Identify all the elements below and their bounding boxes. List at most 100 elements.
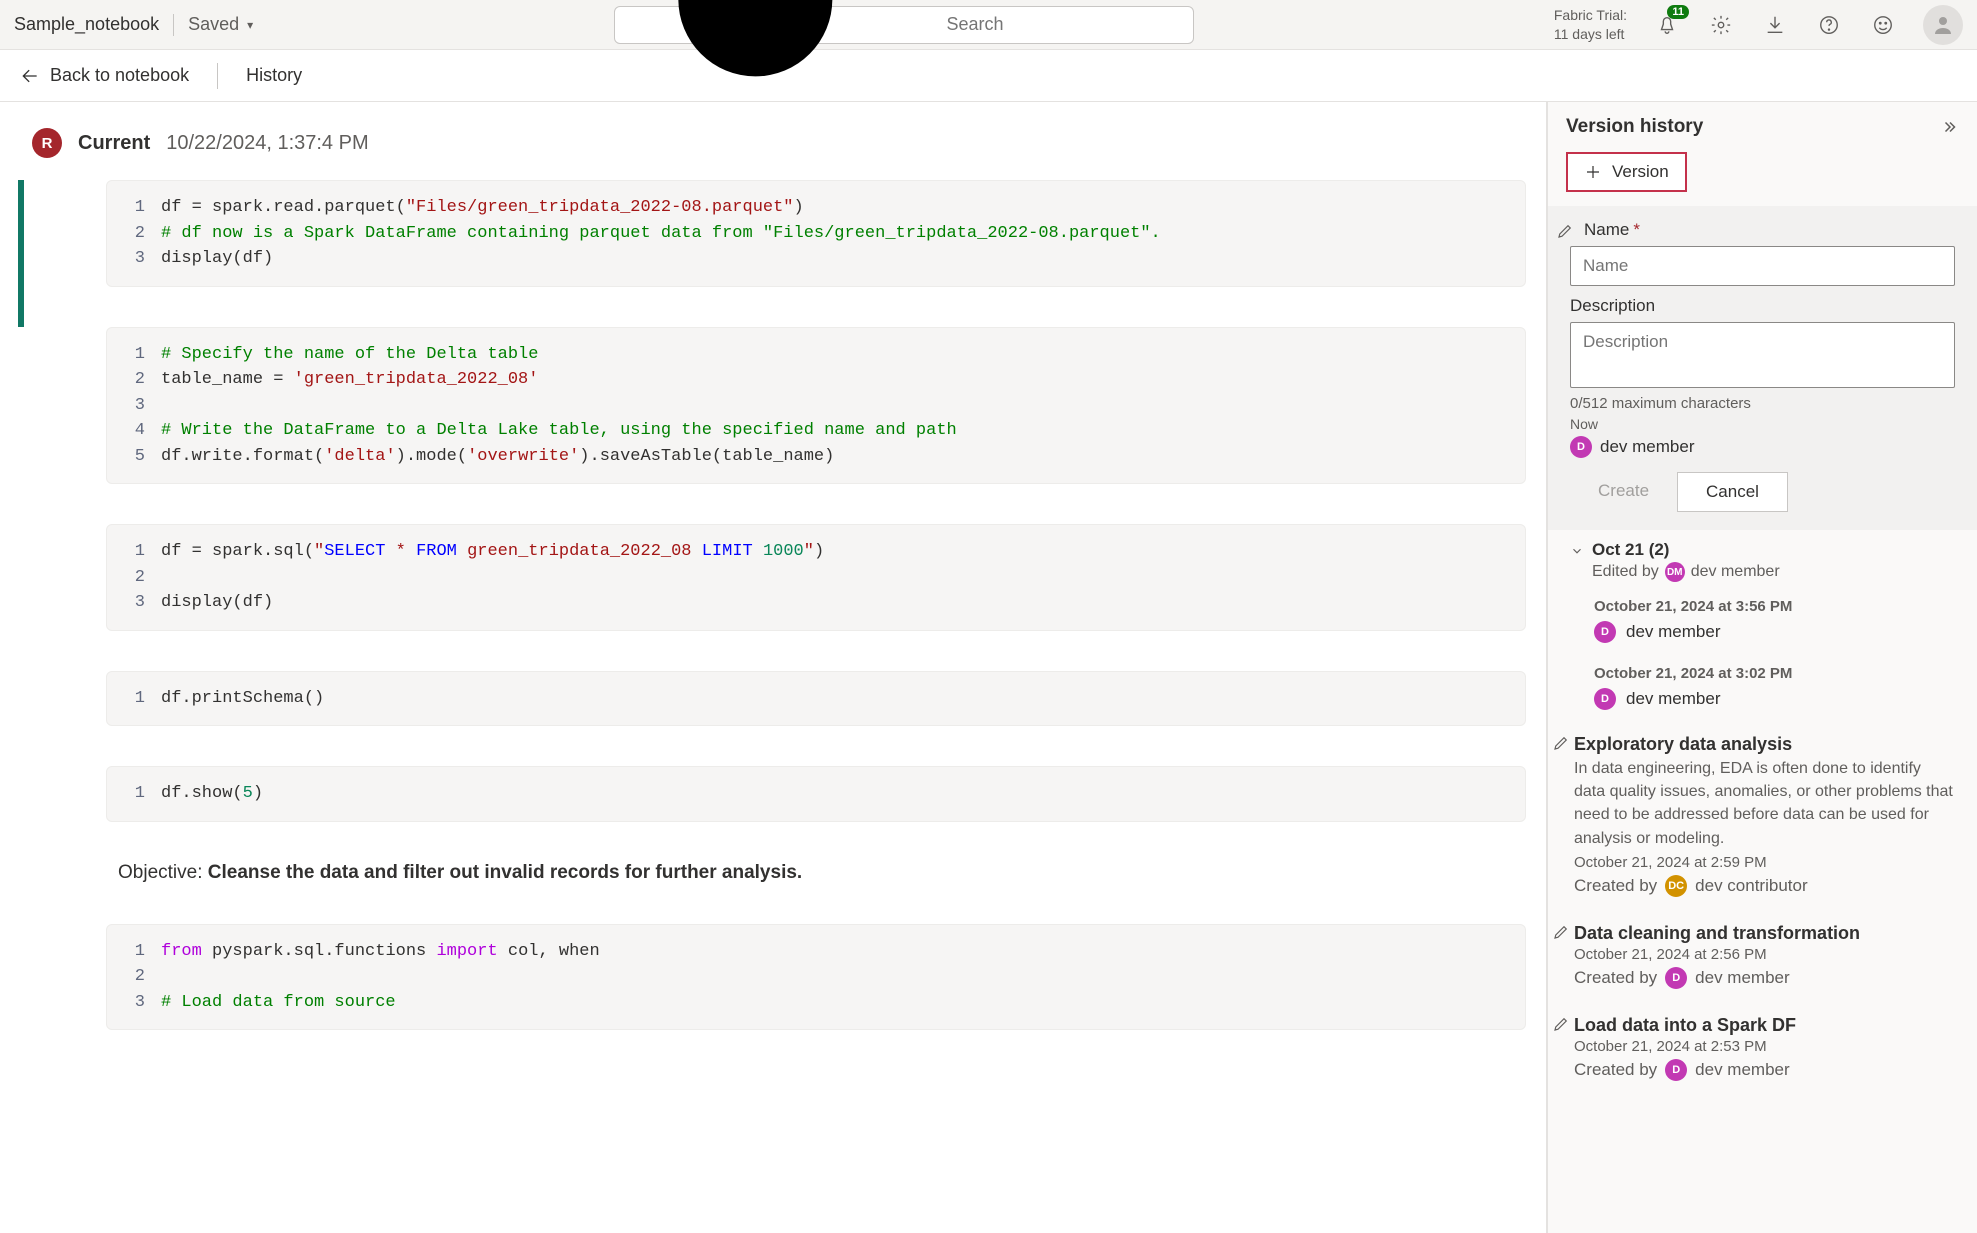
code-cell[interactable]: 1df.show(5)	[18, 766, 1546, 862]
user-avatar: D	[1570, 436, 1592, 458]
named-version-description: In data engineering, EDA is often done t…	[1574, 757, 1955, 850]
chevron-down-icon	[1570, 544, 1584, 561]
pencil-icon[interactable]	[1552, 923, 1570, 941]
pencil-icon	[1556, 222, 1574, 240]
code-cell[interactable]: 1df = spark.read.parquet("Files/green_tr…	[18, 180, 1546, 327]
line-number: 1	[125, 781, 161, 807]
code-cell[interactable]: 1df.printSchema()	[18, 671, 1546, 767]
add-version-button[interactable]: Version	[1566, 152, 1687, 192]
version-history-panel: Version history Version Name* Descriptio…	[1547, 102, 1977, 1233]
cancel-button[interactable]: Cancel	[1677, 472, 1788, 512]
line-number: 3	[125, 590, 161, 616]
notebook-content[interactable]: R Current 10/22/2024, 1:37:4 PM 1df = sp…	[0, 102, 1547, 1233]
arrow-left-icon	[20, 66, 40, 86]
author-avatar: R	[32, 128, 62, 158]
form-user: D dev member	[1570, 436, 1955, 458]
trial-line2: 11 days left	[1554, 25, 1627, 43]
user-name: dev member	[1600, 437, 1694, 457]
named-version-title: Exploratory data analysis	[1574, 734, 1955, 755]
back-to-notebook-link[interactable]: Back to notebook	[20, 65, 189, 86]
version-item[interactable]: October 21, 2024 at 3:02 PM Ddev member	[1548, 655, 1977, 722]
version-author: Ddev member	[1594, 688, 1955, 710]
version-timestamp: October 21, 2024 at 3:56 PM	[1594, 598, 1955, 615]
collapse-panel-icon[interactable]	[1941, 118, 1959, 136]
download-button[interactable]	[1761, 11, 1789, 39]
user-avatar: D	[1594, 688, 1616, 710]
char-count-hint: 0/512 maximum characters	[1570, 395, 1955, 412]
version-author: Ddev member	[1594, 621, 1955, 643]
line-number: 1	[125, 939, 161, 965]
version-item[interactable]: October 21, 2024 at 3:56 PM Ddev member	[1548, 588, 1977, 655]
header-right: Fabric Trial: 11 days left 11	[1554, 5, 1963, 45]
user-avatar: D	[1594, 621, 1616, 643]
line-number: 4	[125, 418, 161, 444]
group-editor: Edited by DM dev member	[1592, 562, 1955, 582]
create-button[interactable]: Create	[1570, 472, 1677, 512]
version-name-input[interactable]	[1570, 246, 1955, 286]
named-version-timestamp: October 21, 2024 at 2:59 PM	[1574, 854, 1955, 871]
feedback-button[interactable]	[1869, 11, 1897, 39]
code-line: # Specify the name of the Delta table	[161, 342, 538, 368]
current-label: Current	[78, 132, 150, 155]
code-line: # Load data from source	[161, 990, 396, 1016]
line-number: 3	[125, 990, 161, 1016]
notifications-button[interactable]: 11	[1653, 11, 1681, 39]
pencil-icon[interactable]	[1552, 734, 1570, 752]
code-line: # Write the DataFrame to a Delta Lake ta…	[161, 418, 957, 444]
user-avatar: D	[1665, 1059, 1687, 1081]
nav-bar: Back to notebook History	[0, 50, 1977, 102]
editor-avatar: DM	[1665, 562, 1685, 582]
back-label: Back to notebook	[50, 65, 189, 86]
named-version-item[interactable]: Load data into a Spark DFOctober 21, 202…	[1548, 1003, 1977, 1095]
line-number: 5	[125, 444, 161, 470]
named-version-item[interactable]: Exploratory data analysisIn data enginee…	[1548, 722, 1977, 911]
code-line: display(df)	[161, 590, 273, 616]
search-wrap	[253, 6, 1554, 44]
current-version-header: R Current 10/22/2024, 1:37:4 PM	[14, 120, 1546, 180]
version-group-header[interactable]: Oct 21 (2) Edited by DM dev member	[1548, 530, 1977, 588]
code-cell[interactable]: 1# Specify the name of the Delta table2t…	[18, 327, 1546, 525]
notebook-name[interactable]: Sample_notebook	[14, 14, 159, 35]
user-avatar: DC	[1665, 875, 1687, 897]
trial-line1: Fabric Trial:	[1554, 6, 1627, 24]
settings-button[interactable]	[1707, 11, 1735, 39]
line-number: 2	[125, 221, 161, 247]
code-line: df.write.format('delta').mode('overwrite…	[161, 444, 834, 470]
line-number: 1	[125, 195, 161, 221]
code-line: df = spark.read.parquet("Files/green_tri…	[161, 195, 804, 221]
code-line: # df now is a Spark DataFrame containing…	[161, 221, 1161, 247]
line-number: 1	[125, 342, 161, 368]
account-avatar[interactable]	[1923, 5, 1963, 45]
named-version-author: Created byDdev member	[1574, 967, 1955, 989]
breadcrumb-history: History	[246, 65, 302, 86]
line-number: 2	[125, 565, 161, 591]
line-number: 3	[125, 393, 161, 419]
current-timestamp: 10/22/2024, 1:37:4 PM	[166, 132, 368, 155]
named-version-item[interactable]: Data cleaning and transformationOctober …	[1548, 911, 1977, 1003]
code-cell[interactable]: 1from pyspark.sql.functions import col, …	[18, 924, 1546, 1071]
code-line: display(df)	[161, 246, 273, 272]
plus-icon	[1584, 163, 1602, 181]
named-version-author: Created byDCdev contributor	[1574, 875, 1955, 897]
line-number: 3	[125, 246, 161, 272]
saved-label: Saved	[188, 14, 239, 35]
code-cell[interactable]: 1df = spark.sql("SELECT * FROM green_tri…	[18, 524, 1546, 671]
new-version-form: Name* Description 0/512 maximum characte…	[1548, 206, 1977, 530]
smiley-icon	[1872, 14, 1894, 36]
group-title: Oct 21 (2)	[1592, 540, 1955, 560]
code-line: table_name = 'green_tripdata_2022_08'	[161, 367, 538, 393]
version-description-input[interactable]	[1570, 322, 1955, 388]
version-timestamp: October 21, 2024 at 3:02 PM	[1594, 665, 1955, 682]
separator	[173, 14, 174, 36]
help-button[interactable]	[1815, 11, 1843, 39]
search-box[interactable]	[614, 6, 1194, 44]
named-version-author: Created byDdev member	[1574, 1059, 1955, 1081]
pencil-icon[interactable]	[1552, 1015, 1570, 1033]
save-status[interactable]: Saved ▾	[188, 14, 253, 35]
notification-badge: 11	[1667, 5, 1689, 19]
search-input[interactable]	[945, 13, 1181, 36]
markdown-cell[interactable]: Objective: Cleanse the data and filter o…	[18, 862, 1546, 924]
trial-status[interactable]: Fabric Trial: 11 days left	[1554, 6, 1627, 42]
named-version-timestamp: October 21, 2024 at 2:56 PM	[1574, 946, 1955, 963]
line-number: 2	[125, 367, 161, 393]
